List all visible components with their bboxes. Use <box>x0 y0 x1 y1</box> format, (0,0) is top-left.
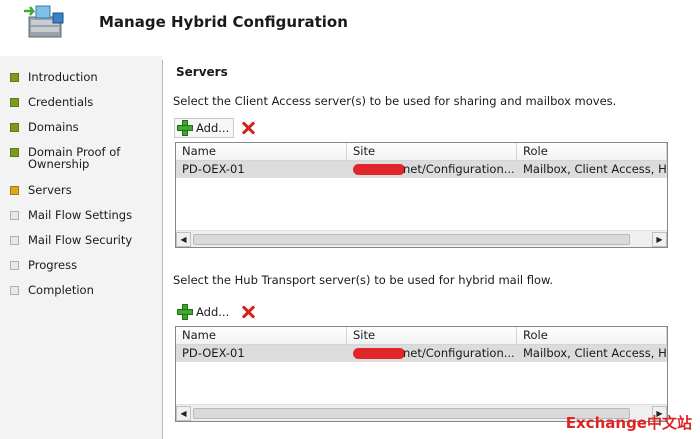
column-header-role[interactable]: Role <box>517 327 667 344</box>
step-pending-icon <box>10 286 19 295</box>
step-pending-icon <box>10 261 19 270</box>
hub-description: Select the Hub Transport server(s) to be… <box>173 273 554 287</box>
step-done-icon <box>10 148 19 157</box>
list-header: Name Site Role <box>176 327 667 345</box>
cell-role: Mailbox, Client Access, Hu <box>523 346 667 360</box>
add-label: Add... <box>196 305 230 319</box>
sidebar-item-label: Credentials <box>28 95 94 109</box>
sidebar-item-label: Introduction <box>28 70 98 84</box>
column-header-site[interactable]: Site <box>347 143 517 160</box>
hub-toolbar: Add... <box>174 302 256 322</box>
cell-site: net/Configuration... <box>347 161 517 178</box>
cell-name: PD-OEX-01 <box>182 346 245 360</box>
sidebar-item-mail-flow-security[interactable]: Mail Flow Security <box>10 234 138 246</box>
horizontal-scrollbar[interactable]: ◀ ▶ <box>176 230 667 247</box>
cas-description: Select the Client Access server(s) to be… <box>173 94 617 108</box>
list-header: Name Site Role <box>176 143 667 161</box>
column-header-name[interactable]: Name <box>176 327 347 344</box>
page-title: Manage Hybrid Configuration <box>99 13 348 31</box>
wizard-server-icon <box>24 5 64 38</box>
delete-x-icon[interactable] <box>240 304 256 320</box>
sidebar-item-completion[interactable]: Completion <box>10 284 138 296</box>
step-pending-icon <box>10 236 19 245</box>
sidebar-item-introduction[interactable]: Introduction <box>10 71 138 83</box>
scroll-right-arrow-icon[interactable]: ▶ <box>652 231 667 247</box>
column-header-name[interactable]: Name <box>176 143 347 160</box>
sidebar-item-label: Domains <box>28 120 79 134</box>
sidebar-item-label: Mail Flow Settings <box>28 208 133 222</box>
step-pending-icon <box>10 211 19 220</box>
sidebar-item-label: Domain Proof of Ownership <box>28 145 121 171</box>
watermark: Exchange中文站 <box>565 414 692 432</box>
sidebar-item-label: Servers <box>28 183 72 197</box>
cell-site: net/Configuration... <box>347 345 517 362</box>
scroll-thumb[interactable] <box>193 233 630 245</box>
wizard-steps-sidebar: Introduction Credentials Domains Domain … <box>0 56 162 439</box>
sidebar-item-label: Progress <box>28 258 78 272</box>
wizard-header: Manage Hybrid Configuration <box>0 0 700 50</box>
sidebar-item-servers[interactable]: Servers <box>10 184 138 196</box>
redaction-mark <box>353 348 405 359</box>
redaction-mark <box>353 164 405 175</box>
sidebar-item-label: Completion <box>28 283 94 297</box>
cell-name: PD-OEX-01 <box>182 162 245 176</box>
column-header-site[interactable]: Site <box>347 327 517 344</box>
scroll-left-arrow-icon[interactable]: ◀ <box>176 231 191 247</box>
hub-server-list[interactable]: Name Site Role PD-OEX-01 net/Configurati… <box>175 326 668 422</box>
sidebar-divider <box>162 60 163 439</box>
cas-add-button[interactable]: Add... <box>174 118 235 138</box>
sidebar-item-label: Mail Flow Security <box>28 233 133 247</box>
add-label: Add... <box>196 121 230 135</box>
step-current-icon <box>10 186 19 195</box>
cas-server-list[interactable]: Name Site Role PD-OEX-01 net/Configurati… <box>175 142 668 248</box>
sidebar-item-domain-proof[interactable]: Domain Proof of Ownership <box>10 146 138 170</box>
plus-icon <box>177 304 193 320</box>
delete-x-icon[interactable] <box>240 120 256 136</box>
scroll-thumb[interactable] <box>193 407 630 419</box>
scroll-left-arrow-icon[interactable]: ◀ <box>176 405 191 421</box>
section-title: Servers <box>176 65 228 79</box>
step-done-icon <box>10 73 19 82</box>
step-done-icon <box>10 123 19 132</box>
table-row[interactable]: PD-OEX-01 net/Configuration... Mailbox, … <box>176 345 667 362</box>
column-header-role[interactable]: Role <box>517 143 667 160</box>
hub-add-button[interactable]: Add... <box>174 302 234 322</box>
sidebar-item-progress[interactable]: Progress <box>10 259 138 271</box>
table-row[interactable]: PD-OEX-01 net/Configuration... Mailbox, … <box>176 161 667 178</box>
cell-role: Mailbox, Client Access, Hu <box>523 162 667 176</box>
cas-toolbar: Add... <box>174 118 256 138</box>
sidebar-item-domains[interactable]: Domains <box>10 121 138 133</box>
plus-icon <box>177 120 193 136</box>
step-done-icon <box>10 98 19 107</box>
sidebar-item-credentials[interactable]: Credentials <box>10 96 138 108</box>
scroll-track[interactable] <box>191 233 652 246</box>
sidebar-item-mail-flow-settings[interactable]: Mail Flow Settings <box>10 209 138 221</box>
